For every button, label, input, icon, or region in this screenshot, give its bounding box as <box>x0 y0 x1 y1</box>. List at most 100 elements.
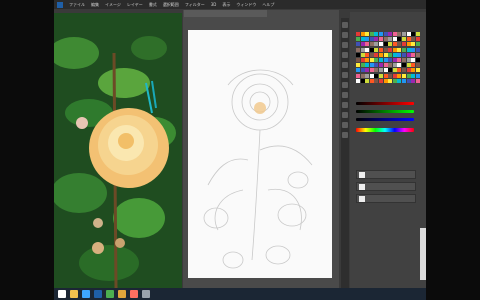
swatch[interactable] <box>415 58 420 62</box>
swatch[interactable] <box>379 58 383 62</box>
drawing-canvas[interactable] <box>188 30 332 278</box>
menu-item[interactable]: レイヤー <box>127 2 143 8</box>
photoshop-icon[interactable] <box>94 290 102 298</box>
swatch[interactable] <box>365 63 370 68</box>
browser-icon[interactable] <box>82 290 90 298</box>
color-slider-g[interactable] <box>356 110 414 113</box>
swatch[interactable] <box>397 37 402 42</box>
swatch[interactable] <box>397 68 402 73</box>
swatch[interactable] <box>397 73 402 78</box>
swatch[interactable] <box>388 73 393 78</box>
swatch[interactable] <box>356 52 360 57</box>
swatch[interactable] <box>406 58 411 62</box>
swatch[interactable] <box>379 42 383 47</box>
swatch[interactable] <box>360 78 365 83</box>
swatch[interactable] <box>397 47 402 52</box>
swatch[interactable] <box>356 73 360 78</box>
swatch[interactable] <box>374 73 379 78</box>
swatch[interactable] <box>397 78 402 83</box>
swatch[interactable] <box>392 52 397 57</box>
zoom-tool-icon[interactable] <box>342 132 348 138</box>
swatch[interactable] <box>388 32 393 36</box>
swatch[interactable] <box>356 42 360 47</box>
menu-item[interactable]: ウィンドウ <box>236 2 256 8</box>
swatch[interactable] <box>379 73 383 78</box>
swatch[interactable] <box>383 63 388 68</box>
swatch[interactable] <box>411 47 416 52</box>
swatch[interactable] <box>379 52 383 57</box>
swatch[interactable] <box>356 68 360 73</box>
swatch[interactable] <box>379 37 383 42</box>
swatch[interactable] <box>415 42 420 47</box>
swatch[interactable] <box>383 37 388 42</box>
swatches-panel[interactable] <box>356 32 420 84</box>
crop-tool-icon[interactable] <box>342 62 348 68</box>
magic-wand-tool-icon[interactable] <box>342 52 348 58</box>
swatch[interactable] <box>415 78 420 83</box>
swatch[interactable] <box>379 32 383 36</box>
swatch[interactable] <box>365 52 370 57</box>
swatch[interactable] <box>374 52 379 57</box>
layer-row[interactable] <box>356 182 416 191</box>
swatch[interactable] <box>392 37 397 42</box>
swatch[interactable] <box>406 47 411 52</box>
swatch[interactable] <box>411 58 416 62</box>
swatch[interactable] <box>379 78 383 83</box>
swatch[interactable] <box>369 73 374 78</box>
swatch[interactable] <box>369 68 374 73</box>
swatch[interactable] <box>397 58 402 62</box>
swatch[interactable] <box>392 58 397 62</box>
swatch[interactable] <box>374 37 379 42</box>
swatch[interactable] <box>388 58 393 62</box>
move-tool-icon[interactable] <box>342 22 348 28</box>
swatch[interactable] <box>406 52 411 57</box>
swatch[interactable] <box>392 68 397 73</box>
swatch[interactable] <box>356 32 360 36</box>
swatch[interactable] <box>365 47 370 52</box>
marquee-tool-icon[interactable] <box>342 32 348 38</box>
swatch[interactable] <box>374 63 379 68</box>
menu-item[interactable]: ファイル <box>69 2 85 8</box>
swatch[interactable] <box>388 42 393 47</box>
swatch[interactable] <box>356 58 360 62</box>
hand-tool-icon[interactable] <box>342 122 348 128</box>
swatch[interactable] <box>392 73 397 78</box>
swatch[interactable] <box>365 42 370 47</box>
swatch[interactable] <box>360 37 365 42</box>
swatch[interactable] <box>388 78 393 83</box>
swatch[interactable] <box>383 68 388 73</box>
swatch[interactable] <box>402 47 406 52</box>
swatch[interactable] <box>360 63 365 68</box>
menu-item[interactable]: 選択範囲 <box>163 2 179 8</box>
swatch[interactable] <box>374 47 379 52</box>
swatch[interactable] <box>406 68 411 73</box>
swatch[interactable] <box>365 78 370 83</box>
swatch[interactable] <box>415 52 420 57</box>
swatch[interactable] <box>415 32 420 36</box>
swatch[interactable] <box>388 68 393 73</box>
swatch[interactable] <box>356 78 360 83</box>
swatch[interactable] <box>402 58 406 62</box>
swatch[interactable] <box>374 68 379 73</box>
swatch[interactable] <box>415 63 420 68</box>
lasso-tool-icon[interactable] <box>342 42 348 48</box>
swatch[interactable] <box>383 47 388 52</box>
swatch[interactable] <box>411 42 416 47</box>
swatch[interactable] <box>369 37 374 42</box>
swatch[interactable] <box>360 68 365 73</box>
swatch[interactable] <box>397 63 402 68</box>
swatch[interactable] <box>360 73 365 78</box>
swatch[interactable] <box>374 42 379 47</box>
swatch[interactable] <box>406 63 411 68</box>
text-tool-icon[interactable] <box>342 112 348 118</box>
menu-item[interactable]: 3D <box>211 2 217 7</box>
menu-item[interactable]: 編集 <box>91 2 99 8</box>
swatch[interactable] <box>406 78 411 83</box>
eyedropper-tool-icon[interactable] <box>342 72 348 78</box>
swatch[interactable] <box>356 47 360 52</box>
color-slider-b[interactable] <box>356 118 414 121</box>
swatch[interactable] <box>388 37 393 42</box>
swatch[interactable] <box>411 78 416 83</box>
menu-item[interactable]: ヘルプ <box>262 2 274 8</box>
gradient-tool-icon[interactable] <box>342 102 348 108</box>
